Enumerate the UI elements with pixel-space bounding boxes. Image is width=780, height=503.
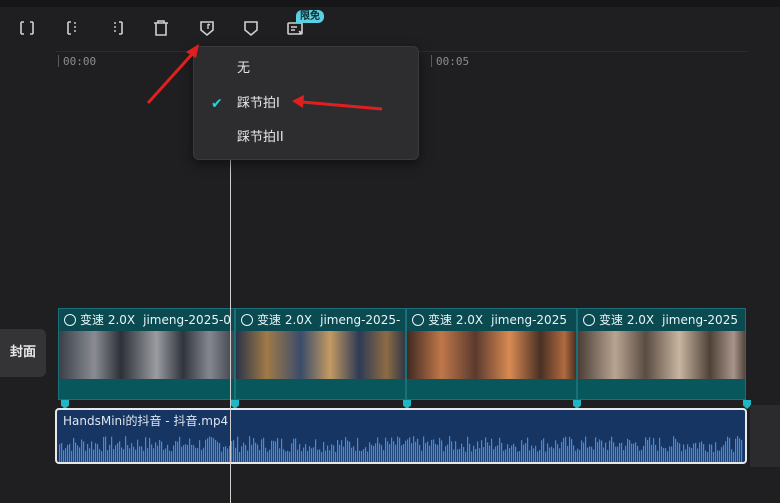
trim-left-icon[interactable] xyxy=(62,18,84,40)
free-badge: 限免 xyxy=(296,10,324,23)
menu-item-label: 踩节拍II xyxy=(237,130,284,145)
trim-right-icon[interactable] xyxy=(106,18,128,40)
video-clip[interactable]: 变速 2.0X jimeng-2025 xyxy=(406,308,577,400)
speed-icon xyxy=(64,314,76,326)
clip-thumbnail xyxy=(236,331,405,379)
clip-name: jimeng-2025 xyxy=(491,313,567,327)
clip-footer xyxy=(236,379,405,399)
video-clip[interactable]: 变速 2.0X jimeng-2025- xyxy=(235,308,406,400)
ruler-tick xyxy=(431,55,432,67)
menu-item-beat-1[interactable]: ✔ 踩节拍I xyxy=(194,89,418,119)
speed-icon xyxy=(412,314,424,326)
clip-name: jimeng-2025 xyxy=(662,313,738,327)
video-clip[interactable]: 变速 2.0X jimeng-2025-0 xyxy=(58,308,235,400)
track-end-area xyxy=(750,405,780,467)
menu-item-none[interactable]: 无 xyxy=(194,54,418,84)
speed-icon xyxy=(241,314,253,326)
cover-button[interactable]: 封面 xyxy=(0,329,46,377)
clip-footer xyxy=(407,379,576,399)
beat-marker-icon[interactable] xyxy=(196,18,218,40)
marker-icon[interactable] xyxy=(240,18,262,40)
clip-speed: 变速 2.0X xyxy=(257,313,313,327)
clip-speed: 变速 2.0X xyxy=(80,313,136,327)
clip-name: jimeng-2025- xyxy=(320,313,401,327)
ruler-label-start: 00:00 xyxy=(63,55,97,68)
audio-waveform xyxy=(59,436,743,462)
delete-icon[interactable] xyxy=(150,18,172,40)
check-icon: ✔ xyxy=(211,96,223,112)
menu-item-label: 无 xyxy=(237,61,251,76)
clip-name: jimeng-2025-0 xyxy=(143,313,231,327)
menu-item-label: 踩节拍I xyxy=(237,96,280,111)
video-track: 变速 2.0X jimeng-2025-0 变速 2.0X jimeng-2025-… xyxy=(58,308,746,400)
clip-footer xyxy=(59,379,234,399)
clip-thumbnail xyxy=(59,331,234,379)
ruler-tick xyxy=(58,55,59,67)
clip-thumbnail xyxy=(407,331,576,379)
ruler-label-5s: 00:05 xyxy=(436,55,470,68)
split-icon[interactable] xyxy=(16,18,38,40)
clip-speed: 变速 2.0X xyxy=(599,313,655,327)
beat-menu: 无 ✔ 踩节拍I 踩节拍II xyxy=(193,46,419,160)
window-top-bar xyxy=(0,0,780,7)
playhead[interactable] xyxy=(230,150,231,503)
clip-speed: 变速 2.0X xyxy=(428,313,484,327)
video-clip[interactable]: 变速 2.0X jimeng-2025 xyxy=(577,308,746,400)
timeline-toolbar: 限免 xyxy=(0,7,780,51)
speed-icon xyxy=(583,314,595,326)
audio-clip[interactable]: HandsMini的抖音 - 抖音.mp4 xyxy=(55,408,747,464)
audio-clip-name: HandsMini的抖音 - 抖音.mp4 xyxy=(63,414,229,428)
clip-thumbnail xyxy=(578,331,745,379)
clip-footer xyxy=(578,379,745,399)
menu-item-beat-2[interactable]: 踩节拍II xyxy=(194,123,418,153)
